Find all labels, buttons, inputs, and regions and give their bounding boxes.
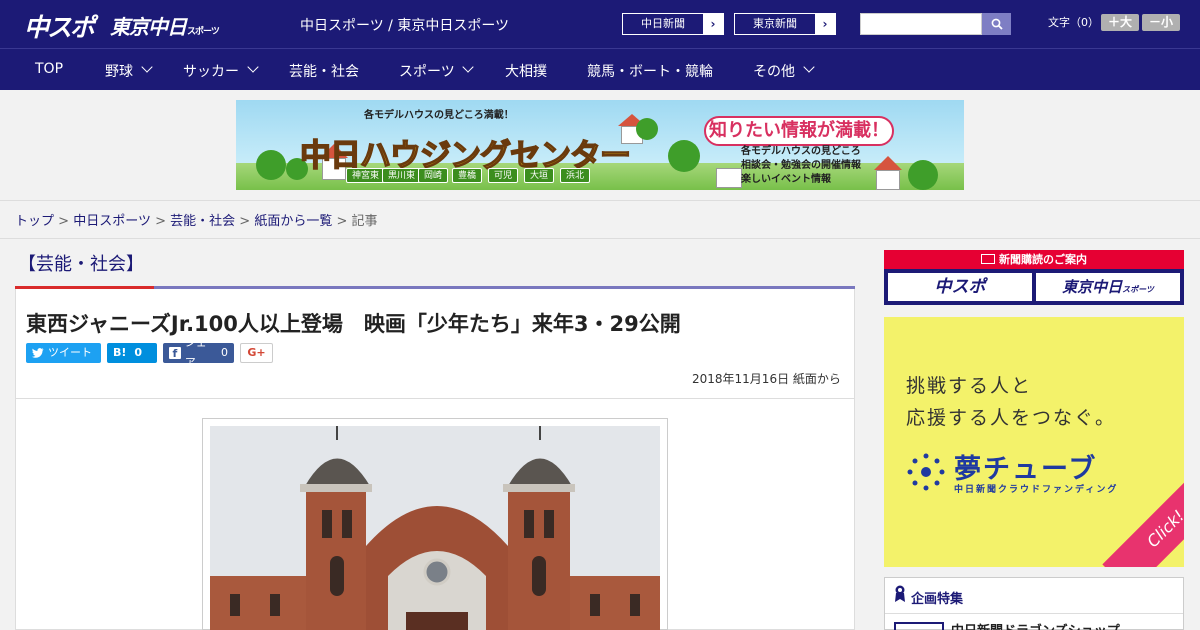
tokyo-logo-text: 東京中日 <box>110 15 187 39</box>
banner-city-tag: 浜北 <box>560 168 591 183</box>
dragons-shop-link[interactable]: 中日新聞ドラゴンズショップ <box>951 620 1120 630</box>
chuspo-logo[interactable]: 中スポ <box>24 8 95 44</box>
tree-decoration <box>256 150 286 180</box>
nav-item-soccer[interactable]: サッカー <box>183 61 239 81</box>
divider <box>15 398 855 399</box>
article-date: 2018年11月16日 紙面から <box>692 372 841 386</box>
article-photo[interactable] <box>210 426 660 630</box>
divider <box>0 200 1200 201</box>
site-title-link[interactable]: 中日スポーツ / 東京中日スポーツ <box>300 15 509 35</box>
subscription-box: 新聞購読のご案内 中スポ 東京中日スポーツ <box>884 250 1184 305</box>
banner-city-tag: 岡崎 <box>418 168 449 183</box>
chevron-right-icon: › <box>703 14 723 34</box>
hatena-icon: B! <box>113 346 127 359</box>
facebook-share-label: シェア <box>184 336 207 369</box>
facebook-share-button[interactable]: f シェア 0 <box>163 336 234 369</box>
ribbon-icon <box>894 585 906 603</box>
banner-city-tag: 豊橋 <box>452 168 483 183</box>
banner-feature: 楽しいイベント情報 <box>741 174 831 185</box>
nav-item-other[interactable]: その他 <box>753 61 795 81</box>
search-input[interactable] <box>860 13 982 35</box>
chunichi-shimbun-button[interactable]: 中日新聞 › <box>622 13 724 35</box>
dots-burst-icon <box>907 453 945 491</box>
main-nav: TOP 野球 サッカー 芸能・社会 スポーツ 大相撲 競馬・ボート・競輪 その他 <box>0 48 1200 122</box>
breadcrumb-separator: > <box>239 214 251 229</box>
tweet-label: ツイート <box>48 346 92 359</box>
tree-decoration <box>636 118 658 140</box>
chunichi-shimbun-label: 中日新聞 <box>641 17 685 30</box>
special-features-box: 企画特集 中日新聞ドラゴンズショップ <box>884 577 1184 630</box>
section-title: 【芸能・社会】 <box>18 254 144 275</box>
nav-item-racing[interactable]: 競馬・ボート・競輪 <box>587 61 713 81</box>
yume-line2: 応援する人をつなぐ。 <box>906 407 1117 429</box>
nav-item-baseball[interactable]: 野球 <box>105 61 133 81</box>
banner-city-tag: 黒川東 <box>382 168 422 183</box>
font-larger-button[interactable]: ＋大 <box>1101 14 1139 31</box>
nav-item-sports[interactable]: スポーツ <box>399 61 455 81</box>
breadcrumb-paper-list[interactable]: 紙面から一覧 <box>254 214 332 229</box>
breadcrumb-separator: > <box>336 214 348 229</box>
subscribe-tokyo-label: 東京中日 <box>1062 278 1123 296</box>
hatena-count: 0 <box>134 346 143 359</box>
housing-center-banner[interactable]: 各モデルハウスの見どころ満載！ 中日ハウジングセンター 知りたい情報が満載！ 各… <box>236 100 964 190</box>
banner-tagline: 各モデルハウスの見どころ満載！ <box>364 110 514 121</box>
newspaper-icon <box>981 254 995 264</box>
divider <box>0 238 1200 239</box>
nav-item-top[interactable]: TOP <box>35 61 63 77</box>
chevron-right-icon: › <box>815 14 835 34</box>
nav-item-entertainment[interactable]: 芸能・社会 <box>289 61 359 81</box>
font-size-label: 文字（0） <box>1048 16 1099 29</box>
banner-city-tag: 神宮東 <box>346 168 386 183</box>
breadcrumb: トップ > 中日スポーツ > 芸能・社会 > 紙面から一覧 > 記事 <box>15 210 378 229</box>
tokyo-shimbun-label: 東京新聞 <box>753 17 797 30</box>
twitter-bird-icon <box>32 348 44 358</box>
banner-feature: 相談会・勉強会の開催情報 <box>741 160 861 171</box>
tokyo-shimbun-button[interactable]: 東京新聞 › <box>734 13 836 35</box>
facebook-icon: f <box>169 347 181 360</box>
breadcrumb-separator: > <box>155 214 166 229</box>
yume-brand: 夢チューブ <box>954 454 1098 485</box>
tokyo-logo-small: スポーツ <box>187 27 220 37</box>
breadcrumb-entertainment[interactable]: 芸能・社会 <box>170 214 235 229</box>
google-plus-button[interactable]: G+ <box>240 343 273 363</box>
article-title: 東西ジャニーズJr.100人以上登場 映画「少年たち」来年3・29公開 <box>26 312 681 336</box>
top-header: 中スポ 東京中日スポーツ 中日スポーツ / 東京中日スポーツ 中日新聞 › 東京… <box>0 0 1200 48</box>
nav-item-sumo[interactable]: 大相撲 <box>505 61 547 81</box>
subscription-header: 新聞購読のご案内 <box>884 250 1184 269</box>
banner-city-tag: 可児 <box>488 168 519 183</box>
hatena-bookmark-button[interactable]: B! 0 <box>107 343 157 363</box>
breadcrumb-chunichi-sports[interactable]: 中日スポーツ <box>73 214 151 229</box>
tokyo-chunichi-logo[interactable]: 東京中日スポーツ <box>110 11 220 40</box>
roof-decoration <box>874 156 902 170</box>
house-decoration <box>716 168 742 188</box>
special-features-heading: 企画特集 <box>911 592 964 607</box>
subscribe-tokyo-button[interactable]: 東京中日スポーツ <box>1036 273 1180 301</box>
yume-subtitle: 中日新聞クラウドファンディング <box>954 485 1119 495</box>
subscribe-chuspo-button[interactable]: 中スポ <box>888 273 1032 301</box>
subscription-header-text: 新聞購読のご案内 <box>999 253 1087 266</box>
dragons-shop-thumbnail[interactable] <box>894 622 944 630</box>
divider <box>885 613 1183 614</box>
subscribe-tokyo-small: スポーツ <box>1122 285 1154 294</box>
house-decoration <box>876 170 900 190</box>
facebook-share-count: 0 <box>221 346 228 359</box>
banner-city-tag: 大垣 <box>524 168 555 183</box>
yume-line1: 挑戦する人と <box>906 375 1033 397</box>
breadcrumb-current: 記事 <box>351 214 378 229</box>
search-button[interactable] <box>982 13 1011 35</box>
font-smaller-button[interactable]: －小 <box>1142 14 1180 31</box>
search-icon <box>991 18 1003 30</box>
banner-feature: 各モデルハウスの見どころ <box>741 146 861 157</box>
tweet-button[interactable]: ツイート <box>26 343 101 363</box>
tree-decoration <box>908 160 938 190</box>
breadcrumb-top[interactable]: トップ <box>15 214 54 229</box>
click-ribbon: Click! <box>1102 465 1184 567</box>
breadcrumb-separator: > <box>58 214 70 229</box>
brick-building-photo <box>210 426 660 630</box>
yume-tube-ad[interactable]: 挑戦する人と 応援する人をつなぐ。 夢チューブ 中日新聞クラウドファンディング … <box>884 317 1184 567</box>
tree-decoration <box>668 140 700 172</box>
